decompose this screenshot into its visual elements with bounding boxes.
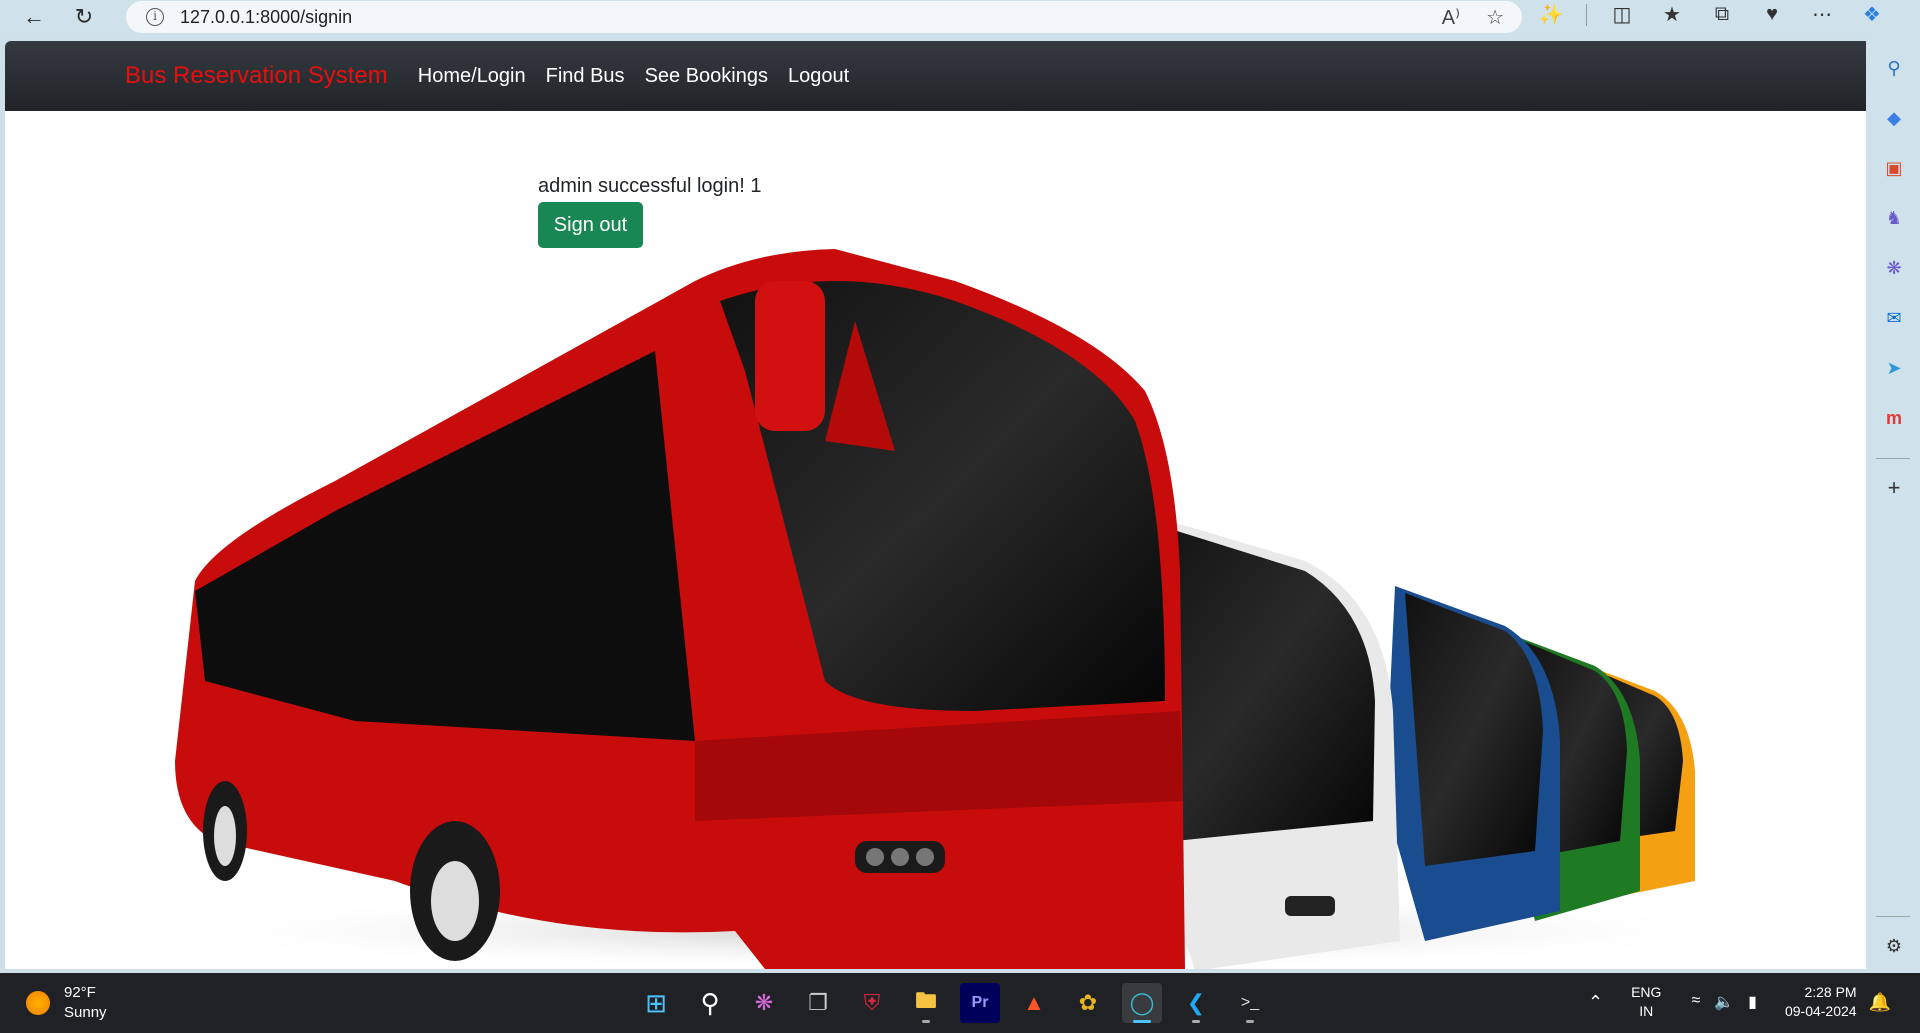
buses-hero-image — [135, 249, 1775, 969]
edge-sidebar: ⚲ ◆ ▣ ♞ ❋ ✉ ➤ m + ⚙ — [1866, 34, 1920, 973]
nav-see-bookings[interactable]: See Bookings — [645, 65, 768, 88]
sidebar-divider-bottom — [1876, 916, 1910, 917]
davinci-resolve-icon[interactable]: ✿ — [1068, 983, 1108, 1023]
blue-bus — [1385, 586, 1560, 941]
games-icon[interactable]: ♞ — [1882, 206, 1906, 230]
site-info-icon[interactable]: i — [146, 8, 164, 26]
volume-icon[interactable]: 🔈 — [1714, 992, 1734, 1012]
browser-essentials-icon[interactable]: ♥ — [1757, 3, 1787, 26]
edge-browser-icon[interactable]: ◯ — [1122, 983, 1162, 1023]
add-icon[interactable]: + — [1882, 475, 1906, 500]
favorite-star-icon[interactable]: ☆ — [1486, 5, 1504, 30]
back-icon[interactable]: ← — [16, 2, 52, 32]
file-explorer-icon[interactable]: 🖿 — [906, 983, 946, 1023]
premiere-pro-icon[interactable]: Pr — [960, 983, 1000, 1023]
nav-logout[interactable]: Logout — [788, 65, 849, 88]
windows-taskbar: 92°F Sunny ⊞ ⚲ ❋ ❐ ⛨ 🖿 Pr ▲ ✿ ◯ ❮ >_ ⌃ E… — [0, 973, 1920, 1033]
login-message: admin successful login! 1 — [538, 175, 762, 197]
tools-icon[interactable]: ▣ — [1882, 156, 1906, 180]
input-language[interactable]: ENG IN — [1631, 983, 1661, 1021]
red-bus — [175, 249, 1185, 969]
nav-home-login[interactable]: Home/Login — [418, 65, 526, 88]
m-app-icon[interactable]: m — [1882, 406, 1906, 430]
outlook-icon[interactable]: ✉ — [1882, 306, 1906, 330]
sunny-weather-icon — [26, 991, 50, 1015]
vscode-icon[interactable]: ❮ — [1176, 983, 1216, 1023]
task-view-icon[interactable]: ❐ — [798, 983, 838, 1023]
page-viewport: Bus Reservation System Home/Login Find B… — [5, 41, 1866, 969]
battery-icon[interactable]: ▮ — [1748, 992, 1757, 1012]
settings-gear-icon[interactable]: ⚙ — [1882, 934, 1906, 958]
more-menu-icon[interactable]: ⋯ — [1807, 2, 1837, 27]
mcafee-icon[interactable]: ⛨ — [852, 983, 892, 1023]
show-hidden-icons-chevron-icon[interactable]: ⌃ — [1588, 992, 1603, 1013]
taskbar-search-icon[interactable]: ⚲ — [690, 983, 730, 1023]
telegram-icon[interactable]: ➤ — [1882, 356, 1906, 380]
notification-bell-icon[interactable]: 🔔 — [1869, 992, 1891, 1013]
nav-find-bus[interactable]: Find Bus — [546, 65, 625, 88]
extensions-icon[interactable]: ✨ — [1536, 2, 1566, 27]
brave-browser-icon[interactable]: ▲ — [1014, 983, 1054, 1023]
copilot-taskbar-icon[interactable]: ❋ — [744, 983, 784, 1023]
favorites-icon[interactable]: ★ — [1657, 2, 1687, 27]
copilot-icon[interactable]: ❖ — [1857, 2, 1887, 27]
site-navbar: Bus Reservation System Home/Login Find B… — [5, 41, 1866, 111]
system-clock[interactable]: 2:28 PM 09-04-2024 — [1785, 983, 1857, 1021]
terminal-icon[interactable]: >_ — [1230, 983, 1270, 1023]
weather-widget[interactable]: 92°F Sunny — [26, 983, 107, 1023]
weather-description: Sunny — [64, 1004, 107, 1021]
toolbar-separator — [1586, 3, 1587, 26]
sidebar-divider — [1876, 458, 1910, 459]
collections-icon[interactable]: ⧉ — [1707, 3, 1737, 26]
microsoft-365-icon[interactable]: ❋ — [1882, 256, 1906, 280]
url-text[interactable]: 127.0.0.1:8000/signin — [180, 7, 352, 28]
read-aloud-icon[interactable]: A⁾ — [1442, 5, 1460, 30]
shopping-tag-icon[interactable]: ◆ — [1882, 106, 1906, 130]
split-screen-icon[interactable]: ◫ — [1607, 2, 1637, 27]
wifi-icon[interactable]: ≈ — [1691, 992, 1700, 1012]
weather-temperature: 92°F — [64, 984, 96, 1001]
browser-toolbar: ← ↻ i 127.0.0.1:8000/signin A⁾ ☆ ✨ ◫ ★ ⧉… — [0, 0, 1920, 34]
windows-start-icon[interactable]: ⊞ — [636, 983, 676, 1023]
brand-link[interactable]: Bus Reservation System — [125, 62, 388, 90]
reload-icon[interactable]: ↻ — [66, 2, 102, 32]
address-bar[interactable]: i 127.0.0.1:8000/signin A⁾ ☆ — [126, 1, 1522, 33]
search-icon[interactable]: ⚲ — [1882, 56, 1906, 80]
